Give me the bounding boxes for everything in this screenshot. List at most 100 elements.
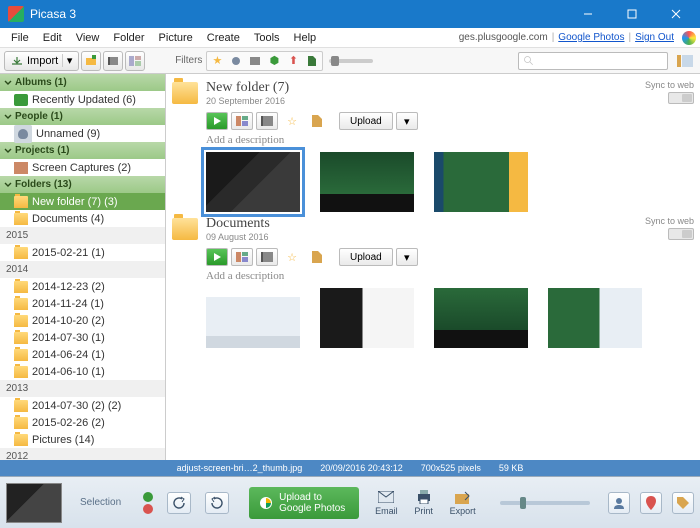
- search-icon: [523, 55, 535, 67]
- create-collage-button[interactable]: [231, 112, 253, 130]
- sign-out-link[interactable]: Sign Out: [635, 32, 674, 43]
- menu-picture[interactable]: Picture: [152, 30, 200, 46]
- close-button[interactable]: [654, 0, 698, 28]
- thumbnail[interactable]: [206, 288, 300, 348]
- rotate-right-button[interactable]: [205, 492, 229, 514]
- star-button[interactable]: ☆: [281, 112, 303, 130]
- thumbnail[interactable]: [434, 152, 528, 212]
- info-datetime: 20/09/2016 20:43:12: [320, 463, 403, 473]
- sidebar-item[interactable]: 2015-02-26 (2): [0, 414, 165, 431]
- menu-view[interactable]: View: [69, 30, 107, 46]
- search-input[interactable]: [518, 52, 668, 70]
- sidebar-item[interactable]: 2014-10-20 (2): [0, 312, 165, 329]
- upload-button[interactable]: Upload: [339, 248, 393, 266]
- zoom-slider[interactable]: [500, 501, 590, 505]
- rotate-left-button[interactable]: [167, 492, 191, 514]
- menu-help[interactable]: Help: [287, 30, 324, 46]
- tag-button[interactable]: [306, 248, 328, 266]
- create-collage-button[interactable]: [231, 248, 253, 266]
- email-button[interactable]: Email: [375, 489, 398, 516]
- status-infobar: adjust-screen-bri…2_thumb.jpg 20/09/2016…: [0, 460, 700, 476]
- sidebar-header[interactable]: People (1): [0, 108, 165, 125]
- filter-starred[interactable]: ★: [208, 53, 226, 69]
- print-button[interactable]: Print: [414, 489, 434, 516]
- sync-to-web[interactable]: Sync to web: [645, 80, 694, 106]
- menu-folder[interactable]: Folder: [106, 30, 151, 46]
- collage-button[interactable]: [125, 51, 145, 71]
- sidebar-item[interactable]: 2014-12-23 (2): [0, 278, 165, 295]
- google-photos-link[interactable]: Google Photos: [558, 32, 624, 43]
- folder-title[interactable]: Documents: [206, 216, 270, 232]
- sidebar-item[interactable]: New folder (7) (3): [0, 193, 165, 210]
- menu-edit[interactable]: Edit: [36, 30, 69, 46]
- menu-create[interactable]: Create: [200, 30, 247, 46]
- menu-tools[interactable]: Tools: [247, 30, 287, 46]
- create-movie-button[interactable]: [256, 112, 278, 130]
- filter-slider[interactable]: [329, 59, 373, 63]
- selection-thumbnail[interactable]: [6, 483, 62, 523]
- bottom-tray: Selection Upload to Google Photos Email …: [0, 476, 700, 528]
- upload-menu-button[interactable]: ▾: [396, 248, 418, 266]
- sidebar-header[interactable]: Projects (1): [0, 142, 165, 159]
- geotag-button[interactable]: [640, 492, 662, 514]
- upload-button[interactable]: Upload: [339, 112, 393, 130]
- star-button[interactable]: ☆: [281, 248, 303, 266]
- sidebar-item[interactable]: Screen Captures (2): [0, 159, 165, 176]
- thumbnail[interactable]: [206, 152, 300, 212]
- sidebar-item[interactable]: Unnamed (9): [0, 125, 165, 142]
- filter-movies[interactable]: [246, 53, 264, 69]
- create-movie-button[interactable]: [256, 248, 278, 266]
- filter-faces[interactable]: [227, 53, 245, 69]
- minimize-button[interactable]: [566, 0, 610, 28]
- sync-toggle[interactable]: [668, 92, 694, 104]
- sidebar-header[interactable]: Albums (1): [0, 74, 165, 91]
- sidebar-item[interactable]: 2014-07-30 (2) (2): [0, 397, 165, 414]
- tag-people-button[interactable]: [608, 492, 630, 514]
- sidebar-header[interactable]: Folders (13): [0, 176, 165, 193]
- sync-toggle[interactable]: [668, 228, 694, 240]
- menubar: File Edit View Folder Picture Create Too…: [0, 28, 700, 48]
- sidebar-item[interactable]: Documents (4): [0, 210, 165, 227]
- play-slideshow-button[interactable]: [206, 248, 228, 266]
- filter-bar: ★ ⬢ ⬆: [206, 51, 323, 71]
- thumbnail[interactable]: [320, 152, 414, 212]
- filter-tags[interactable]: [303, 53, 321, 69]
- folder-header: New folder (7)20 September 2016Sync to w…: [172, 80, 694, 106]
- folder-description[interactable]: Add a description: [206, 134, 694, 146]
- movie-button[interactable]: [103, 51, 123, 71]
- sidebar-item[interactable]: 2014-07-30 (1): [0, 329, 165, 346]
- view-mode-button[interactable]: [674, 52, 696, 70]
- info-dimensions: 700x525 pixels: [421, 463, 481, 473]
- sync-to-web[interactable]: Sync to web: [645, 216, 694, 242]
- filter-uploads[interactable]: ⬆: [284, 53, 302, 69]
- thumbnail[interactable]: [434, 288, 528, 348]
- upload-menu-button[interactable]: ▾: [396, 112, 418, 130]
- thumbnail[interactable]: [548, 288, 642, 348]
- tags-button[interactable]: [672, 492, 694, 514]
- thumbnail[interactable]: [320, 288, 414, 348]
- sidebar-item[interactable]: Recently Updated (6): [0, 91, 165, 108]
- sidebar-item[interactable]: 2015-02-21 (1): [0, 244, 165, 261]
- filter-geo[interactable]: ⬢: [265, 53, 283, 69]
- pin-clear-icon[interactable]: [143, 504, 153, 514]
- sidebar-item[interactable]: 2014-11-24 (1): [0, 295, 165, 312]
- sidebar-item[interactable]: Pictures (14): [0, 431, 165, 448]
- sidebar-item-label: Screen Captures (2): [32, 162, 131, 174]
- export-button[interactable]: Export: [450, 489, 476, 516]
- folder-title[interactable]: New folder (7): [206, 80, 289, 96]
- sidebar-item[interactable]: 2014-06-10 (1): [0, 363, 165, 380]
- sidebar-item[interactable]: 2014-06-24 (1): [0, 346, 165, 363]
- maximize-button[interactable]: [610, 0, 654, 28]
- folder-icon: [14, 315, 28, 327]
- sidebar[interactable]: Albums (1)Recently Updated (6)People (1)…: [0, 74, 166, 460]
- play-slideshow-button[interactable]: [206, 112, 228, 130]
- content-area[interactable]: New folder (7)20 September 2016Sync to w…: [166, 74, 700, 460]
- folder-icon: [14, 417, 28, 429]
- new-album-button[interactable]: [81, 51, 101, 71]
- folder-description[interactable]: Add a description: [206, 270, 694, 282]
- import-button[interactable]: Import ▾: [4, 51, 79, 71]
- menu-file[interactable]: File: [4, 30, 36, 46]
- pin-hold-icon[interactable]: [143, 492, 153, 502]
- tag-button[interactable]: [306, 112, 328, 130]
- upload-google-photos-button[interactable]: Upload to Google Photos: [249, 487, 359, 519]
